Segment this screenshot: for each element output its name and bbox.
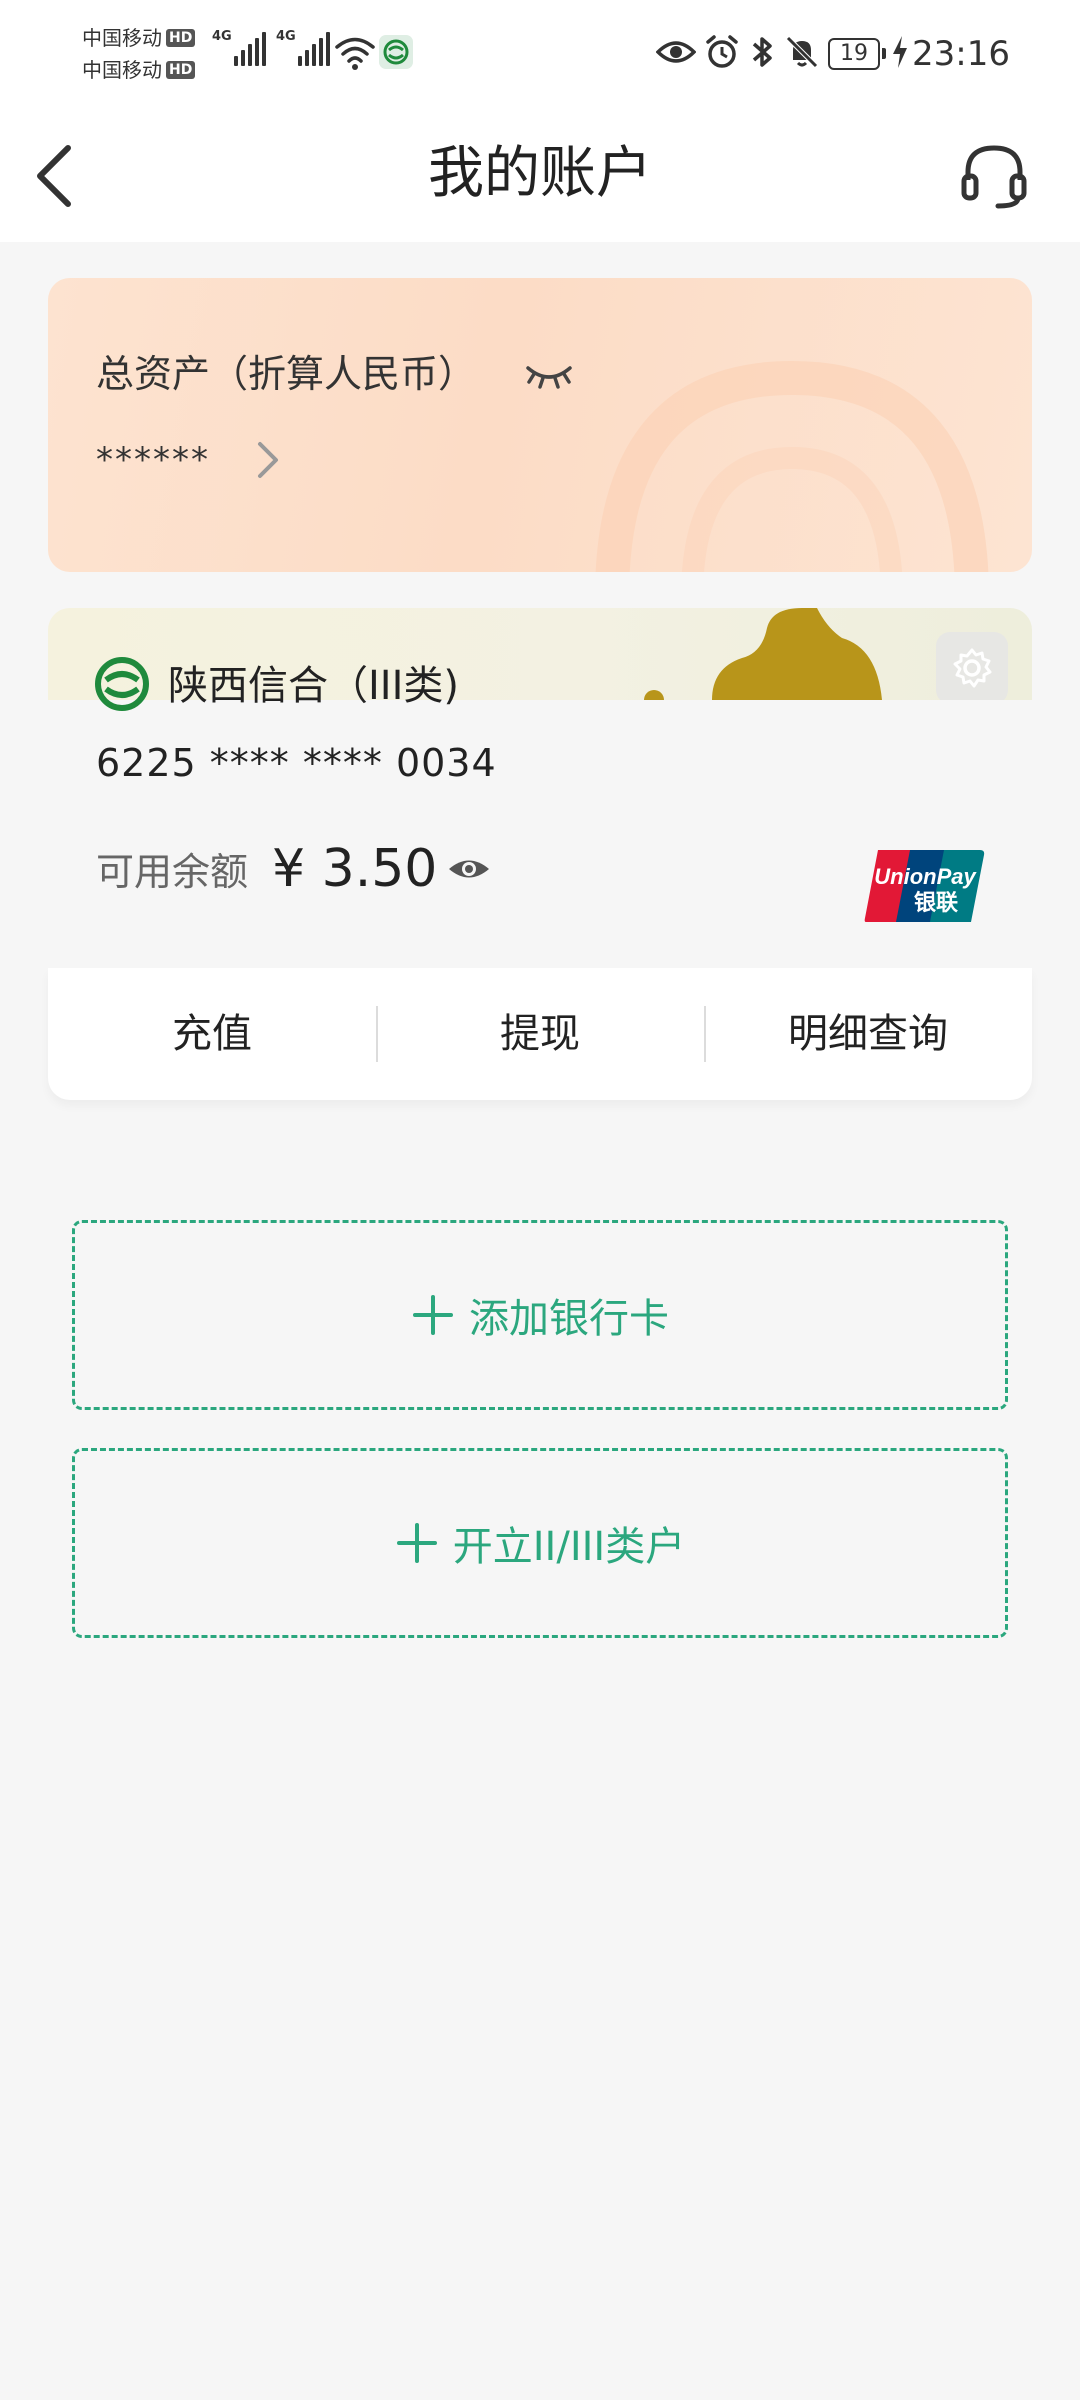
signal-1-icon: 4G — [212, 30, 266, 66]
gear-icon — [953, 648, 992, 688]
chevron-right-icon[interactable] — [248, 436, 288, 484]
wifi-icon — [335, 37, 375, 70]
card-number: 6225 **** **** 0034 — [96, 741, 497, 785]
unionpay-logo: UnionPay 银联 — [864, 850, 985, 922]
network-type-2: 4G — [276, 29, 296, 44]
hd-badge: HD — [166, 29, 196, 47]
total-assets-label: 总资产（折算人民币） — [96, 352, 477, 396]
svg-text:银联: 银联 — [914, 891, 958, 916]
status-bar: 中国移动 HD 中国移动 HD 4G 4G 19 23:16 — [0, 0, 1080, 110]
banner-decoration — [644, 608, 882, 700]
eye-closed-icon[interactable] — [524, 358, 574, 392]
bank-card: 陕西信合（III类) 6225 **** **** 0034 可用余额 ¥ 3.… — [48, 608, 1032, 1100]
carrier-1-label: 中国移动 — [82, 26, 162, 50]
app-notification-icon — [379, 35, 413, 69]
plus-icon — [413, 1295, 453, 1335]
charging-icon — [893, 36, 907, 68]
page-title: 我的账户 — [428, 141, 652, 206]
open-account-label: 开立II/III类户 — [452, 1524, 686, 1570]
carrier-1: 中国移动 HD — [82, 26, 196, 50]
bank-name: 陕西信合（III类) — [168, 663, 459, 709]
balance-value: ¥ 3.50 — [272, 839, 438, 899]
card-actions: 充值 提现 明细查询 — [48, 968, 1032, 1100]
status-time: 23:16 — [912, 34, 1010, 74]
headset-icon[interactable] — [958, 140, 1030, 212]
app-header: 我的账户 — [0, 110, 1080, 242]
network-type-1: 4G — [212, 29, 232, 44]
carrier-2: 中国移动 HD — [82, 58, 196, 82]
carrier-2-label: 中国移动 — [82, 58, 162, 82]
transaction-details-button[interactable]: 明细查询 — [704, 1004, 1032, 1064]
hd-badge: HD — [166, 61, 196, 79]
recharge-button[interactable]: 充值 — [48, 1004, 376, 1064]
balance-label: 可用余额 — [96, 850, 249, 894]
asset-card-decoration — [595, 360, 989, 572]
card-settings-button[interactable] — [936, 632, 1008, 700]
bank-logo-icon — [95, 657, 149, 711]
svg-text:UnionPay: UnionPay — [874, 864, 977, 889]
eye-comfort-icon — [656, 41, 696, 63]
eye-open-icon[interactable] — [446, 852, 492, 886]
total-assets-value: ****** — [96, 440, 210, 480]
add-bank-card-label: 添加银行卡 — [469, 1296, 669, 1342]
open-account-button[interactable]: 开立II/III类户 — [72, 1448, 1008, 1638]
alarm-icon — [706, 35, 738, 68]
withdraw-button[interactable]: 提现 — [376, 1004, 704, 1064]
total-assets-card[interactable]: 总资产（折算人民币） ****** — [48, 278, 1032, 572]
plus-icon — [396, 1523, 437, 1563]
add-bank-card-button[interactable]: 添加银行卡 — [72, 1220, 1008, 1410]
battery-icon: 19 — [828, 38, 886, 70]
bluetooth-icon — [752, 37, 772, 67]
mute-icon — [786, 36, 818, 68]
signal-2-icon: 4G — [276, 30, 330, 66]
